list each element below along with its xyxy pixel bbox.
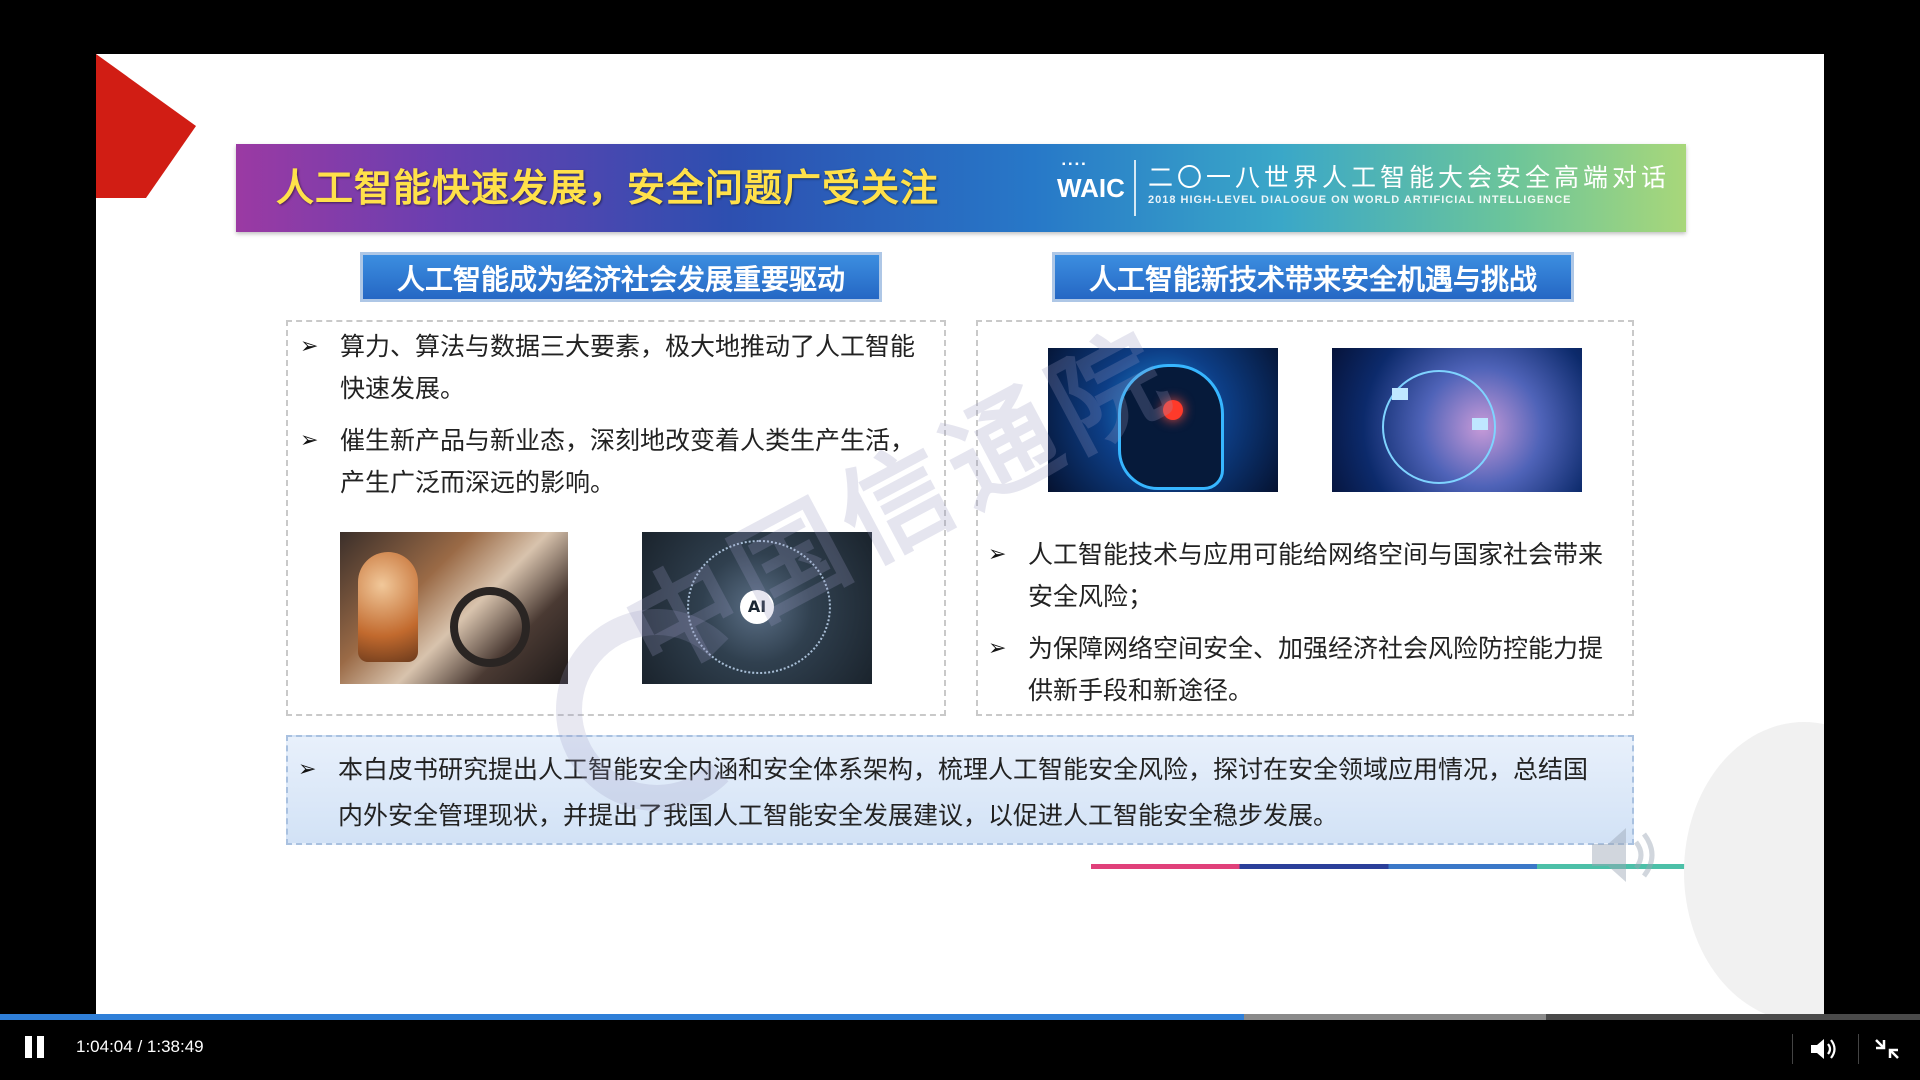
control-divider: [1858, 1034, 1859, 1064]
summary-text: 本白皮书研究提出人工智能安全内涵和安全体系架构，梳理人工智能安全风险，探讨在安全…: [338, 755, 1589, 830]
slide-title: 人工智能快速发展，安全问题广受关注: [276, 166, 940, 210]
right-section-header: 人工智能新技术带来安全机遇与挑战: [1052, 252, 1574, 302]
right-panel: ➢ 人工智能技术与应用可能给网络空间与国家社会带来安全风险； ➢ 为保障网络空间…: [976, 320, 1634, 716]
corner-arrow-decoration: [96, 54, 196, 198]
control-divider: [1792, 1034, 1793, 1064]
left-bullet-1: ➢ 算力、算法与数据三大要素，极大地推动了人工智能快速发展。: [300, 326, 920, 410]
digital-hand-image: [1332, 348, 1582, 492]
app-icon: [1472, 418, 1488, 430]
summary-panel: ➢ 本白皮书研究提出人工智能安全内涵和安全体系架构，梳理人工智能安全风险，探讨在…: [286, 735, 1634, 845]
volume-icon[interactable]: [1808, 1034, 1838, 1064]
decorative-shape: [1684, 722, 1824, 1014]
bullet-arrow-icon: ➢: [298, 757, 317, 782]
steering-wheel: [450, 587, 530, 667]
left-bullet-2-text: 催生新产品与新业态，深刻地改变着人类生产生活，产生广泛而深远的影响。: [340, 426, 916, 497]
left-panel: ➢ 算力、算法与数据三大要素，极大地推动了人工智能快速发展。 ➢ 催生新产品与新…: [286, 320, 946, 716]
right-bullet-1-text: 人工智能技术与应用可能给网络空间与国家社会带来安全风险；: [1028, 540, 1604, 611]
pause-icon: [25, 1036, 32, 1058]
conference-title: 二〇一八世界人工智能大会安全高端对话: [1148, 163, 1671, 192]
player-controls: 1:04:04 / 1:38:49: [0, 1020, 1920, 1080]
head-silhouette: [1118, 364, 1224, 490]
speaker-icon: [1592, 828, 1655, 882]
bullet-arrow-icon: ➢: [300, 334, 319, 359]
right-bullet-2-text: 为保障网络空间安全、加强经济社会风险防控能力提供新手段和新途径。: [1028, 634, 1604, 705]
right-bullet-1: ➢ 人工智能技术与应用可能给网络空间与国家社会带来安全风险；: [988, 534, 1608, 618]
exit-fullscreen-icon[interactable]: [1872, 1034, 1902, 1064]
robot-figure: [358, 552, 418, 662]
robot-driving-car-image: [340, 532, 568, 684]
title-banner: 人工智能快速发展，安全问题广受关注 ▪▪▪▪ WAIC 二〇一八世界人工智能大会…: [236, 144, 1686, 232]
red-eye: [1163, 400, 1183, 420]
ai-network-image: AI: [642, 532, 872, 684]
left-bullet-1-text: 算力、算法与数据三大要素，极大地推动了人工智能快速发展。: [340, 332, 916, 403]
logo-dots: ▪▪▪▪: [1062, 159, 1089, 170]
waic-logo: ▪▪▪▪ WAIC: [1056, 159, 1126, 214]
left-section-header: 人工智能成为经济社会发展重要驱动: [360, 252, 882, 302]
pause-icon: [37, 1036, 44, 1058]
summary-bullet: ➢ 本白皮书研究提出人工智能安全内涵和安全体系架构，梳理人工智能安全风险，探讨在…: [298, 747, 1608, 839]
logo-divider: [1134, 160, 1136, 216]
pause-button[interactable]: [22, 1036, 46, 1062]
presentation-slide: 人工智能快速发展，安全问题广受关注 ▪▪▪▪ WAIC 二〇一八世界人工智能大会…: [96, 54, 1824, 1014]
ai-head-image: [1048, 348, 1278, 492]
time-display: 1:04:04 / 1:38:49: [76, 1037, 204, 1056]
logo-text: WAIC: [1057, 173, 1125, 203]
app-icon: [1392, 388, 1408, 400]
bullet-arrow-icon: ➢: [300, 428, 319, 453]
conference-subtitle: 2018 HIGH-LEVEL DIALOGUE ON WORLD ARTIFI…: [1148, 194, 1572, 206]
right-bullet-2: ➢ 为保障网络空间安全、加强经济社会风险防控能力提供新手段和新途径。: [988, 628, 1608, 712]
ai-badge: AI: [740, 590, 774, 624]
bullet-arrow-icon: ➢: [988, 542, 1007, 567]
left-bullet-2: ➢ 催生新产品与新业态，深刻地改变着人类生产生活，产生广泛而深远的影响。: [300, 420, 920, 504]
bullet-arrow-icon: ➢: [988, 636, 1007, 661]
